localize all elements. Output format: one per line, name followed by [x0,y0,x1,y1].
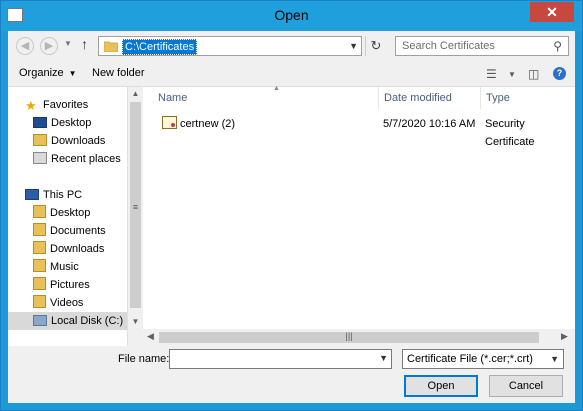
file-type: Security Certificate [485,118,535,148]
desktop-icon [33,117,47,128]
column-label: Name [158,92,188,104]
recent-locations-chevron-icon[interactable]: ▼ [64,39,72,48]
close-button[interactable]: ✕ [530,2,574,22]
open-button[interactable]: Open [404,375,478,397]
sidebar-item-desktop-pc[interactable]: Desktop [33,204,90,222]
sidebar-item-label: Local Disk (C:) [51,315,124,327]
sidebar-item-label: Music [50,261,79,273]
folder-icon [33,205,46,218]
file-date: 5/7/2020 10:16 AM [383,118,476,130]
sidebar-item-music[interactable]: Music [33,258,79,276]
search-input[interactable]: Search Certificates [402,40,495,52]
filetype-value: Certificate File (*.cer;*.crt) [407,353,533,365]
window-title: Open [274,7,309,23]
search-icon[interactable]: ⚲ [553,39,562,53]
sidebar-item-pictures[interactable]: Pictures [33,276,90,294]
file-list[interactable]: Name ▲ Date modified Type certnew (2) 5/7… [143,85,575,346]
folder-icon [33,241,46,254]
scroll-down-icon[interactable]: ▼ [128,317,143,326]
scrollbar-thumb[interactable]: ≡ [130,102,141,308]
filename-dropdown-icon[interactable]: ▼ [379,353,388,363]
sidebar-item-label: Pictures [50,279,90,291]
new-folder-button[interactable]: New folder [92,67,145,79]
downloads-icon [33,134,47,146]
back-icon[interactable]: ◀ [16,37,34,55]
search-box[interactable]: Search Certificates ⚲ [395,36,569,56]
chevron-down-icon: ▼ [68,69,77,78]
music-folder-icon [33,259,46,272]
sidebar-item-label: Recent places [51,153,121,165]
view-options-chevron-icon[interactable]: ▼ [508,70,516,79]
filetype-dropdown-icon[interactable]: ▼ [550,350,559,368]
sidebar-item-downloads[interactable]: Downloads [33,132,105,150]
recent-places-icon [33,152,47,164]
sidebar-item-label: Videos [50,297,84,309]
view-icon[interactable]: ☰ [486,67,497,81]
organize-label: Organize [19,67,64,79]
sidebar-item-this-pc[interactable]: This PC [25,186,82,204]
folder-icon [104,41,118,52]
sidebar-item-documents[interactable]: Documents [33,222,106,240]
dialog-client: ◀ ▶ ▼ ↑ C:\Certificates ▼ ↻ Search Certi… [8,31,575,403]
cancel-button[interactable]: Cancel [489,375,563,397]
videos-folder-icon [33,295,46,308]
preview-pane-icon[interactable]: ◫ [528,67,539,81]
refresh-icon[interactable]: ↻ [365,36,386,56]
filename-label: File name: [118,353,170,365]
computer-icon [25,189,39,200]
sidebar-item-desktop[interactable]: Desktop [33,114,91,132]
sidebar-item-favorites[interactable]: ★ Favorites [25,96,88,114]
sidebar-item-videos[interactable]: Videos [33,294,83,312]
pictures-folder-icon [33,277,46,290]
sidebar-item-label: Documents [50,225,106,237]
address-dropdown-icon[interactable]: ▼ [349,41,358,51]
browser-panes: ★ Favorites Desktop Downloads Recent plac… [8,85,575,346]
filename-field[interactable]: ▼ [169,349,392,369]
scroll-right-icon[interactable]: ▶ [561,331,568,342]
horizontal-scrollbar[interactable]: ◀ ||| ▶ [143,329,575,346]
title-bar[interactable]: Open ✕ [1,1,582,31]
sidebar-item-local-disk[interactable]: Local Disk (C:) [8,312,127,330]
drive-icon [33,315,47,326]
open-dialog: Open ✕ ◀ ▶ ▼ ↑ C:\Certificates ▼ ↻ Searc… [0,0,583,411]
organize-button[interactable]: Organize ▼ [19,67,77,79]
sidebar-item-recent-places[interactable]: Recent places [33,150,121,168]
column-header-name[interactable]: Name ▲ [153,85,379,109]
sidebar-item-label: Desktop [51,117,92,129]
sidebar-item-label: Downloads [51,135,106,147]
file-name: certnew (2) [180,118,236,130]
forward-icon[interactable]: ▶ [40,37,58,55]
horizontal-scrollbar-thumb[interactable]: ||| [159,331,539,343]
up-icon[interactable]: ↑ [81,36,88,52]
sidebar-item-label: Downloads [50,243,105,255]
sort-ascending-icon: ▲ [273,85,280,92]
certificate-icon [162,116,177,129]
help-icon[interactable]: ? [553,67,566,80]
address-path[interactable]: C:\Certificates [122,39,198,55]
folder-icon [33,223,46,236]
column-header-date[interactable]: Date modified [379,87,481,109]
address-bar[interactable]: C:\Certificates ▼ [98,36,362,56]
column-header-type[interactable]: Type [481,87,575,109]
grip-icon: ≡ [132,202,139,212]
sidebar-item-downloads-pc[interactable]: Downloads [33,240,104,258]
navigation-scrollbar[interactable]: ▲ ≡ ▼ [127,87,143,346]
filetype-select[interactable]: Certificate File (*.cer;*.crt) ▼ [402,349,564,369]
scroll-left-icon[interactable]: ◀ [147,331,154,342]
sidebar-item-label: Favorites [43,99,89,111]
command-bar: Organize ▼ New folder ☰ ▼ ◫ ? [8,62,575,86]
sidebar-item-label: This PC [43,189,83,201]
grip-icon: ||| [345,331,353,341]
navigation-pane[interactable]: ★ Favorites Desktop Downloads Recent plac… [8,87,127,346]
star-icon: ★ [25,98,37,113]
sidebar-item-label: Desktop [50,207,91,219]
scroll-up-icon[interactable]: ▲ [128,89,143,98]
